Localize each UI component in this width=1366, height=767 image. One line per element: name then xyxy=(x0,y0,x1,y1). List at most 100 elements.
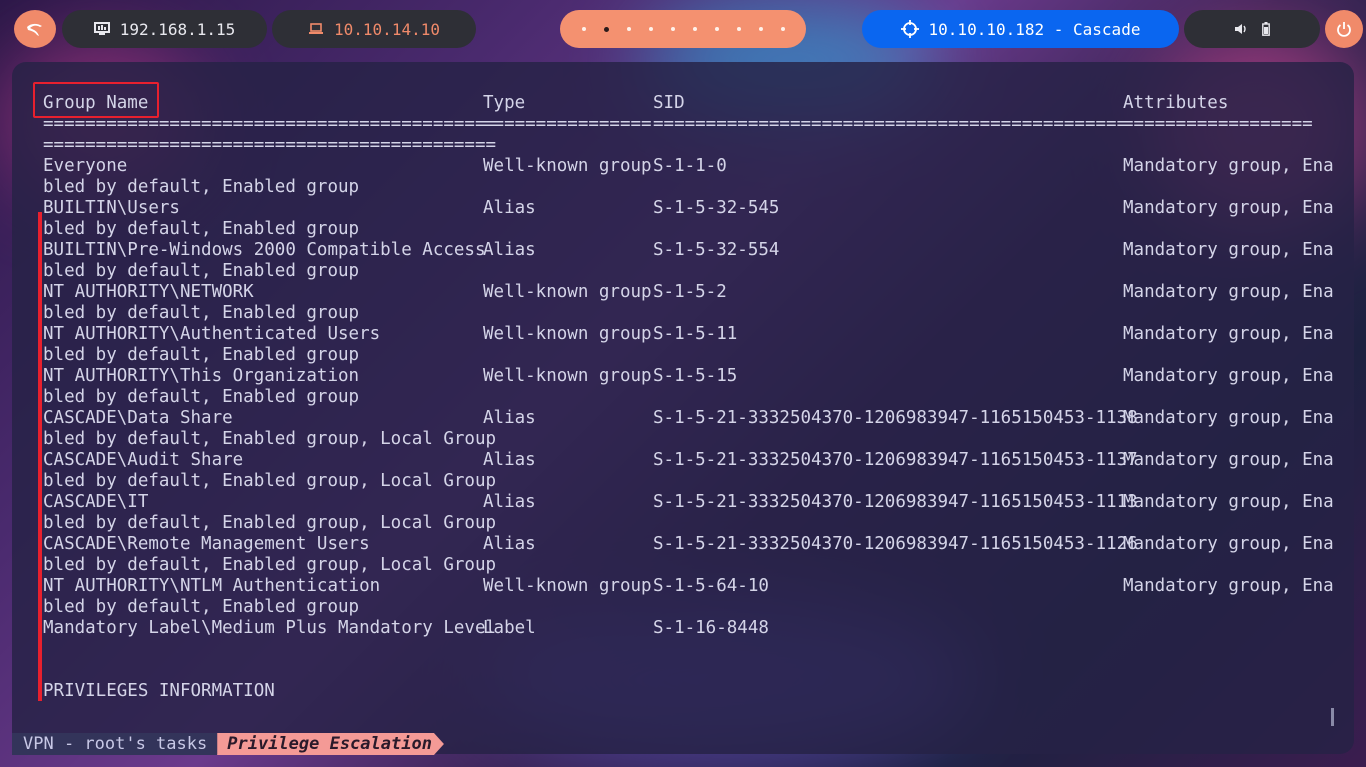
group-name-cell: CASCADE\Data Share xyxy=(43,408,233,428)
annotation-bar xyxy=(38,212,42,701)
sid-cell: S-1-5-21-3332504370-1206983947-116515045… xyxy=(653,450,1138,470)
group-name-cell: BUILTIN\Pre-Windows 2000 Compatible Acce… xyxy=(43,240,486,260)
host-ip-text: 192.168.1.15 xyxy=(119,19,236,39)
group-name-cell: CASCADE\IT xyxy=(43,492,149,512)
group-name-cell: NT AUTHORITY\NETWORK xyxy=(43,282,254,302)
attributes-wrap-cell: bled by default, Enabled group xyxy=(43,177,360,197)
attributes-cell: Mandatory group, Ena xyxy=(1123,450,1334,470)
vpn-ip-text: 10.10.14.10 xyxy=(334,19,440,39)
target-widget[interactable]: 10.10.10.182 - Cascade xyxy=(862,10,1179,48)
workspace-1[interactable] xyxy=(581,27,586,31)
separator: ================== xyxy=(1123,114,1313,134)
workspace-10[interactable] xyxy=(780,27,785,31)
annotation-highlight-box xyxy=(33,82,159,118)
attributes-wrap-cell: bled by default, Enabled group xyxy=(43,303,360,323)
attributes-wrap-cell: bled by default, Enabled group xyxy=(43,597,360,617)
separator: ========================================… xyxy=(43,135,497,155)
attributes-wrap-cell: bled by default, Enabled group xyxy=(43,261,360,281)
sid-cell: S-1-1-0 xyxy=(653,156,727,176)
host-ip-widget[interactable]: 192.168.1.15 xyxy=(62,10,267,48)
sid-cell: S-1-16-8448 xyxy=(653,618,769,638)
power-icon xyxy=(1336,21,1352,37)
section-title: PRIVILEGES INFORMATION xyxy=(43,681,275,701)
type-cell: Alias xyxy=(483,408,536,428)
attributes-wrap-cell: bled by default, Enabled group, Local Gr… xyxy=(43,513,497,533)
sid-cell: S-1-5-64-10 xyxy=(653,576,769,596)
attributes-wrap-cell: bled by default, Enabled group, Local Gr… xyxy=(43,471,497,491)
group-name-cell: CASCADE\Audit Share xyxy=(43,450,244,470)
monitor-icon xyxy=(93,22,110,36)
type-cell: Alias xyxy=(483,492,536,512)
sid-cell: S-1-5-11 xyxy=(653,324,738,344)
window-tab-active[interactable]: Privilege Escalation xyxy=(217,733,444,755)
attributes-wrap-cell: bled by default, Enabled group xyxy=(43,219,360,239)
attributes-cell: Mandatory group, Ena xyxy=(1123,534,1334,554)
attributes-wrap-cell: bled by default, Enabled group xyxy=(43,387,360,407)
type-cell: Alias xyxy=(483,450,536,470)
speaker-icon[interactable] xyxy=(1234,23,1248,35)
tmux-status-bar: VPN - root's tasks Privilege Escalation xyxy=(12,733,444,755)
terminal-window[interactable]: Group Name Type SID Attributes =============… xyxy=(12,62,1354,754)
sid-cell: S-1-5-32-554 xyxy=(653,240,780,260)
attributes-cell: Mandatory group, Ena xyxy=(1123,576,1334,596)
column-header-attributes: Attributes xyxy=(1123,93,1229,113)
session-name: VPN - root's tasks xyxy=(12,733,218,755)
kali-dragon-icon xyxy=(25,21,45,37)
sid-cell: S-1-5-32-545 xyxy=(653,198,780,218)
attributes-wrap-cell: bled by default, Enabled group xyxy=(43,345,360,365)
type-cell: Label xyxy=(483,618,536,638)
scrollbar[interactable] xyxy=(1331,708,1334,726)
group-name-cell: Mandatory Label\Medium Plus Mandatory Le… xyxy=(43,618,497,638)
menu-button[interactable] xyxy=(14,10,56,48)
group-name-cell: NT AUTHORITY\Authenticated Users xyxy=(43,324,381,344)
laptop-icon xyxy=(308,23,324,35)
type-cell: Alias xyxy=(483,240,536,260)
attributes-cell: Mandatory group, Ena xyxy=(1123,408,1334,428)
workspace-7[interactable] xyxy=(714,27,719,31)
type-cell: Well-known group xyxy=(483,576,652,596)
separator: ================ xyxy=(483,114,652,134)
sid-cell: S-1-5-21-3332504370-1206983947-116515045… xyxy=(653,492,1138,512)
attributes-wrap-cell: bled by default, Enabled group, Local Gr… xyxy=(43,429,497,449)
workspace-5[interactable] xyxy=(670,27,675,31)
workspace-6[interactable] xyxy=(692,27,697,31)
type-cell: Well-known group xyxy=(483,366,652,386)
type-cell: Well-known group xyxy=(483,324,652,344)
system-tray[interactable] xyxy=(1184,10,1320,48)
battery-icon xyxy=(1262,22,1270,36)
crosshair-icon xyxy=(900,20,919,38)
attributes-cell: Mandatory group, Ena xyxy=(1123,492,1334,512)
attributes-cell: Mandatory group, Ena xyxy=(1123,366,1334,386)
sid-cell: S-1-5-21-3332504370-1206983947-116515045… xyxy=(653,534,1138,554)
workspace-switcher[interactable] xyxy=(560,10,806,48)
group-name-cell: NT AUTHORITY\This Organization xyxy=(43,366,360,386)
attributes-cell: Mandatory group, Ena xyxy=(1123,156,1334,176)
workspace-9[interactable] xyxy=(758,27,763,31)
workspace-2[interactable] xyxy=(603,26,609,32)
attributes-cell: Mandatory group, Ena xyxy=(1123,240,1334,260)
type-cell: Well-known group xyxy=(483,156,652,176)
group-name-cell: NT AUTHORITY\NTLM Authentication xyxy=(43,576,381,596)
vpn-ip-widget[interactable]: 10.10.14.10 xyxy=(272,10,476,48)
attributes-wrap-cell: bled by default, Enabled group, Local Gr… xyxy=(43,555,497,575)
attributes-cell: Mandatory group, Ena xyxy=(1123,198,1334,218)
power-button[interactable] xyxy=(1325,10,1363,48)
workspace-8[interactable] xyxy=(736,27,741,31)
attributes-cell: Mandatory group, Ena xyxy=(1123,324,1334,344)
workspace-4[interactable] xyxy=(648,27,653,31)
sid-cell: S-1-5-2 xyxy=(653,282,727,302)
type-cell: Well-known group xyxy=(483,282,652,302)
sid-cell: S-1-5-15 xyxy=(653,366,738,386)
type-cell: Alias xyxy=(483,198,536,218)
workspace-3[interactable] xyxy=(626,27,631,31)
group-name-cell: BUILTIN\Users xyxy=(43,198,180,218)
type-cell: Alias xyxy=(483,534,536,554)
column-header-sid: SID xyxy=(653,93,685,113)
group-name-cell: CASCADE\Remote Management Users xyxy=(43,534,370,554)
group-name-cell: Everyone xyxy=(43,156,128,176)
sid-cell: S-1-5-21-3332504370-1206983947-116515045… xyxy=(653,408,1138,428)
separator: ========================================… xyxy=(653,114,1128,134)
top-bar: 192.168.1.15 10.10.14.10 10.10.10.182 - … xyxy=(0,0,1366,60)
attributes-cell: Mandatory group, Ena xyxy=(1123,282,1334,302)
target-text: 10.10.10.182 - Cascade xyxy=(928,19,1141,39)
